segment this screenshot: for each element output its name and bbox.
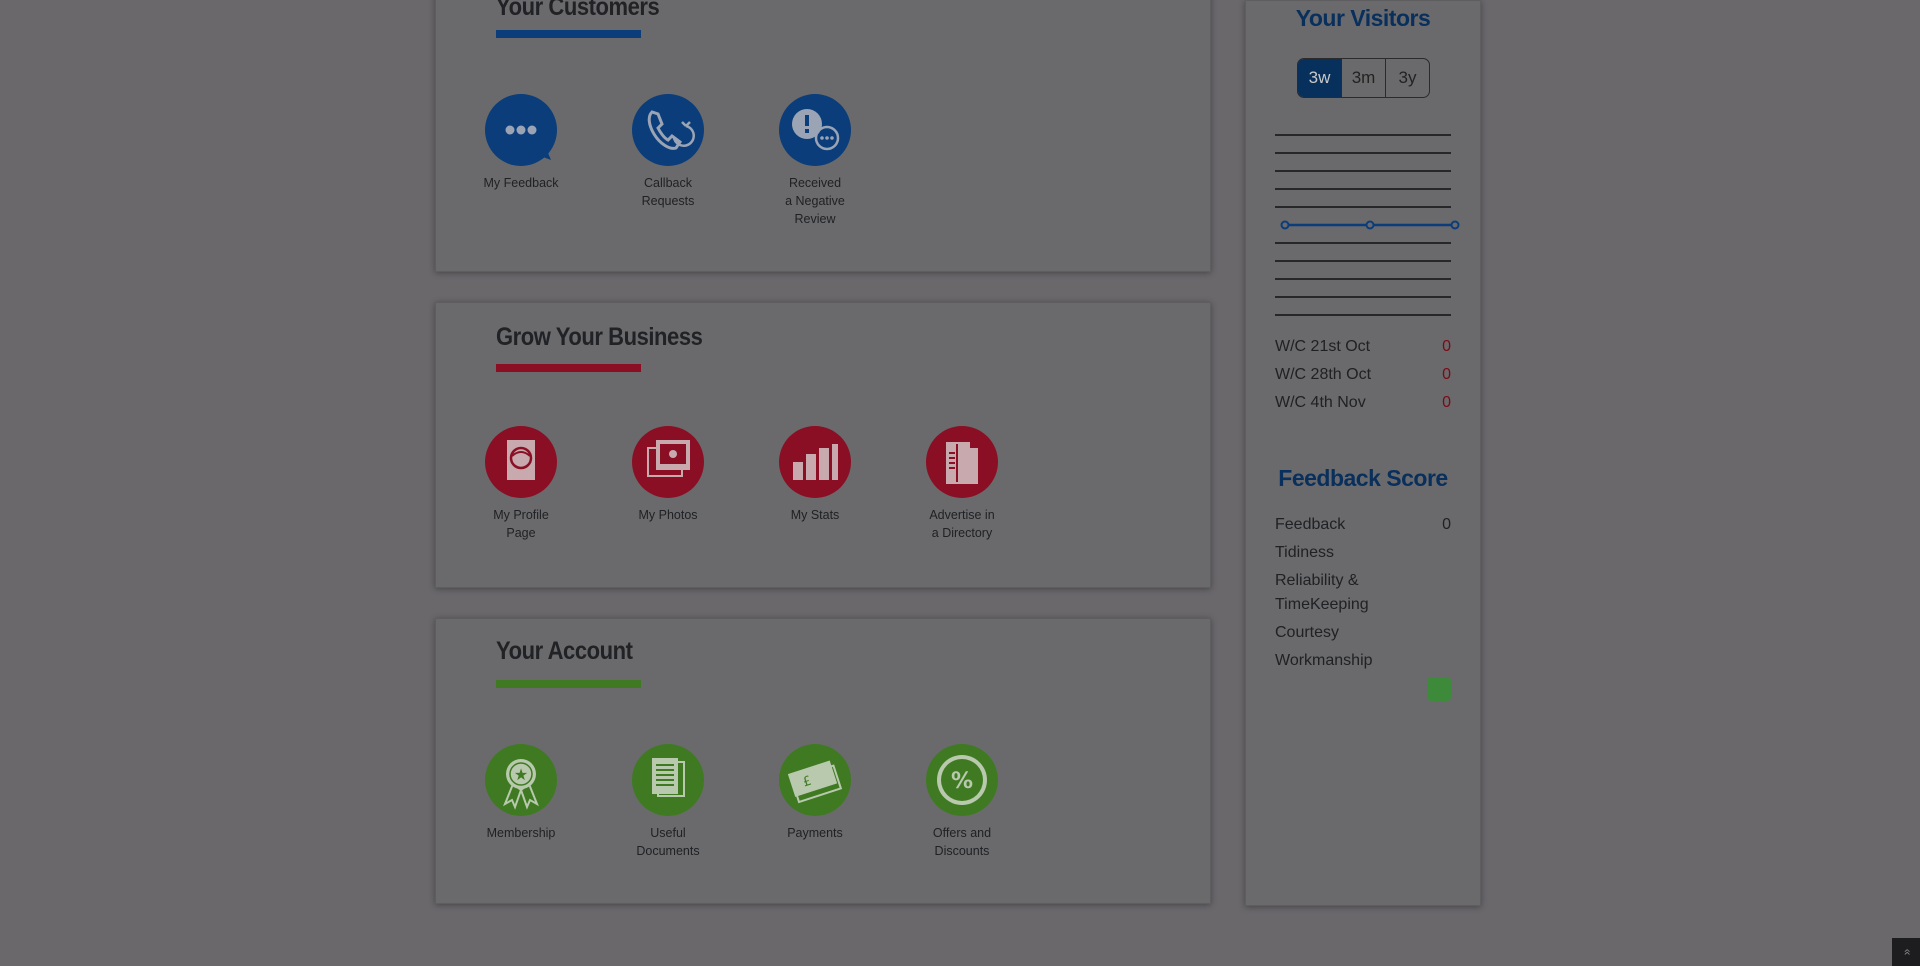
photos-icon xyxy=(632,426,704,498)
bar-chart-icon xyxy=(779,426,851,498)
phone-callback-icon xyxy=(632,94,704,166)
tile-label: My Profile Page xyxy=(493,508,549,540)
feedback-score-title: Feedback Score xyxy=(1278,465,1448,491)
visitor-row-value: 0 xyxy=(1442,394,1451,411)
tile-label: My Photos xyxy=(638,508,698,522)
tile-label: Received a Negative Review xyxy=(785,176,845,226)
award-ribbon-icon: ★ xyxy=(485,744,557,816)
tile-useful-documents[interactable]: Useful Documents xyxy=(613,744,723,860)
tile-my-feedback[interactable]: My Feedback xyxy=(466,94,576,192)
visitor-row: W/C 21st Oct 0 xyxy=(1275,338,1451,356)
score-row-label: Tidiness xyxy=(1275,544,1334,561)
score-row-label: Feedback xyxy=(1275,516,1346,533)
speech-bubble-icon xyxy=(485,94,557,166)
customers-title: Your Customers xyxy=(496,0,660,21)
range-3w-button[interactable]: 3w xyxy=(1298,59,1341,97)
customers-card: Your Customers My Feedback Callback Requ… xyxy=(435,0,1211,272)
tile-my-profile-page[interactable]: My Profile Page xyxy=(466,426,576,542)
range-toggle: 3w 3m 3y xyxy=(1297,58,1430,98)
score-row: Reliability & TimeKeeping xyxy=(1275,569,1405,617)
tile-label: Useful Documents xyxy=(636,826,700,858)
sidebar: Your Visitors 3w 3m 3y W/C 21st Oct 0 W/… xyxy=(1245,0,1481,906)
grow-card: Grow Your Business My Profile Page My Ph… xyxy=(435,302,1211,588)
visitor-row-label: W/C 21st Oct xyxy=(1275,338,1371,355)
visitor-row: W/C 28th Oct 0 xyxy=(1275,366,1451,384)
customers-underline xyxy=(496,30,641,38)
directory-icon xyxy=(926,426,998,498)
chart-point xyxy=(1365,220,1375,230)
score-indicator xyxy=(1427,677,1451,701)
tile-offers-discounts[interactable]: % Offers and Discounts xyxy=(907,744,1017,860)
tile-negative-review[interactable]: Received a Negative Review xyxy=(760,94,870,228)
tile-label: Callback Requests xyxy=(641,176,695,208)
grow-underline xyxy=(496,364,641,372)
visitor-row-value: 0 xyxy=(1442,338,1451,355)
chart-point xyxy=(1280,220,1290,230)
documents-icon xyxy=(632,744,704,816)
visitor-row-label: W/C 28th Oct xyxy=(1275,366,1372,383)
score-row: Workmanship xyxy=(1275,649,1451,673)
scroll-to-top-button[interactable]: » xyxy=(1892,938,1920,966)
visitor-row-label: W/C 4th Nov xyxy=(1275,394,1366,411)
tile-label: Offers and Discounts xyxy=(932,826,992,858)
visitor-row-value: 0 xyxy=(1442,366,1451,383)
score-row-value: 0 xyxy=(1442,516,1451,533)
tile-payments[interactable]: £ Payments xyxy=(760,744,870,842)
alert-chat-icon xyxy=(779,94,851,166)
tile-label: My Feedback xyxy=(483,176,559,190)
svg-text:★: ★ xyxy=(514,765,528,784)
score-row: Courtesy xyxy=(1275,621,1451,645)
score-row-label: Courtesy xyxy=(1275,624,1340,641)
score-row-label: Workmanship xyxy=(1275,652,1373,669)
tile-callback-requests[interactable]: Callback Requests xyxy=(613,94,723,210)
score-row: Feedback 0 xyxy=(1275,513,1451,537)
pound-banknote-icon: £ xyxy=(779,744,851,816)
account-card: Your Account ★ Membership Useful Documen… xyxy=(435,618,1211,904)
double-chevron-up-icon: » xyxy=(1899,948,1913,956)
grow-title: Grow Your Business xyxy=(496,323,703,351)
tile-label: My Stats xyxy=(790,508,840,522)
profile-page-icon xyxy=(485,426,557,498)
range-3y-button[interactable]: 3y xyxy=(1385,59,1429,97)
tile-advertise-directory[interactable]: Advertise in a Directory xyxy=(907,426,1017,542)
score-row: Tidiness xyxy=(1275,541,1451,565)
range-3m-button[interactable]: 3m xyxy=(1341,59,1385,97)
svg-text:%: % xyxy=(951,769,973,794)
visitors-title: Your Visitors xyxy=(1295,5,1431,31)
tile-my-stats[interactable]: My Stats xyxy=(760,426,870,524)
visitors-chart xyxy=(1275,134,1460,316)
percent-badge-icon: % xyxy=(926,744,998,816)
tile-membership[interactable]: ★ Membership xyxy=(466,744,576,842)
tile-label: Advertise in a Directory xyxy=(929,508,995,540)
tile-my-photos[interactable]: My Photos xyxy=(613,426,723,524)
tile-label: Payments xyxy=(787,826,843,840)
score-row-label: Reliability & TimeKeeping xyxy=(1275,572,1369,613)
tile-label: Membership xyxy=(486,826,556,840)
visitor-row: W/C 4th Nov 0 xyxy=(1275,394,1451,412)
chart-point xyxy=(1450,220,1460,230)
account-underline xyxy=(496,680,641,688)
account-title: Your Account xyxy=(496,637,633,665)
